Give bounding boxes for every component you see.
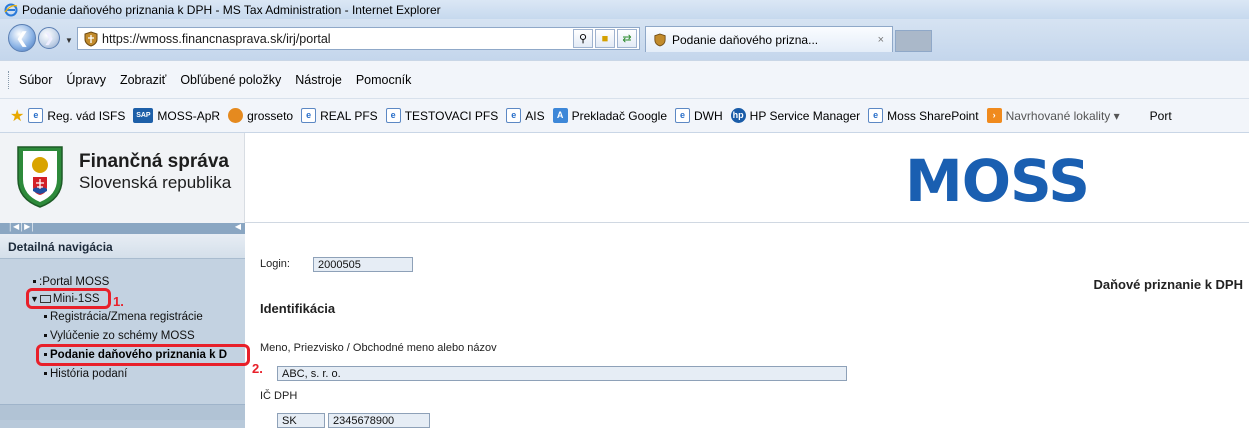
login-field[interactable]: 2000505 — [313, 257, 413, 272]
refresh-button[interactable]: ⇄ — [617, 29, 637, 48]
search-dropdown-button[interactable]: ⚲ — [573, 29, 593, 48]
name-label: Meno, Priezvisko / Obchodné meno alebo n… — [260, 342, 497, 354]
fav-prekladac-google[interactable]: A Prekladač Google — [552, 108, 667, 123]
collapse-nav-icon[interactable]: ◀ — [235, 222, 241, 231]
favorites-star-icon[interactable]: ★ — [10, 106, 24, 126]
doc-icon: e — [301, 108, 317, 123]
section-identifikacia: Identifikácia — [260, 301, 336, 316]
nav-item-vylucenie[interactable]: Vylúčenie zo schémy MOSS — [44, 330, 195, 342]
bullet-icon — [33, 280, 36, 284]
fav-real-pfs[interactable]: e REAL PFS — [301, 108, 378, 123]
hp-icon: hp — [730, 108, 746, 123]
financna-sprava-crest-icon — [17, 146, 63, 208]
doc-icon: e — [506, 108, 522, 123]
url-text[interactable]: https://wmoss.financnasprava.sk/irj/port… — [102, 32, 331, 46]
site-shield-icon — [84, 30, 98, 47]
org-subtitle: Slovenská republika — [79, 173, 232, 192]
detail-navigation: │◀│▶│ ◀ Detailná navigácia :Portal MOSS … — [0, 222, 250, 428]
fav-moss-apr[interactable]: SAP MOSS-ApR — [133, 108, 220, 123]
doc-icon: e — [28, 108, 44, 123]
menu-grip — [8, 71, 10, 89]
back-arrow-icon: ❮ — [15, 30, 29, 47]
nav-item-registracia[interactable]: Registrácia/Zmena registrácie — [44, 311, 203, 323]
bullet-icon — [44, 315, 47, 319]
forward-arrow-icon: ❯ — [43, 31, 55, 45]
forward-button[interactable]: ❯ — [38, 27, 60, 49]
menu-item-pomocnik[interactable]: Pomocník — [356, 73, 412, 87]
menu-item-upravy[interactable]: Úpravy — [66, 73, 106, 87]
sap-icon: SAP — [133, 108, 154, 123]
fav-hp-service-manager[interactable]: hp HP Service Manager — [730, 108, 860, 123]
address-row: ❮ ❯ ▼ https://wmoss.financnasprava.sk/ir… — [0, 19, 1249, 60]
nav-toolbar: │◀│▶│ ◀ — [0, 222, 245, 234]
fav-testovaci-pfs[interactable]: e TESTOVACI PFS — [385, 108, 498, 123]
nav-title: Detailná navigácia — [0, 234, 245, 259]
address-bar[interactable]: https://wmoss.financnasprava.sk/irj/port… — [77, 27, 640, 50]
menu-item-subor[interactable]: Súbor — [19, 73, 52, 87]
fav-dwh[interactable]: e DWH — [675, 108, 723, 123]
vat-label: IČ DPH — [260, 390, 298, 402]
main-content: Login: 2000505 Daňové priznanie k DPH Id… — [260, 238, 1249, 428]
google-translate-icon: A — [552, 108, 568, 123]
nav-item-portal-moss[interactable]: :Portal MOSS — [33, 276, 109, 288]
window-title-bar: Podanie daňového priznania k DPH - MS Ta… — [0, 0, 1249, 19]
security-lock-button[interactable]: ■ — [595, 29, 615, 48]
nav-tree: :Portal MOSS ▼ Mini-1SS Registrácia/Zmena… — [0, 259, 250, 404]
nav-item-historia[interactable]: História podaní — [44, 368, 127, 380]
fav-reg-vad-isfs[interactable]: e Reg. vád ISFS — [28, 108, 125, 123]
tab-close-icon[interactable]: × — [878, 34, 884, 46]
org-name: Finančná správa — [79, 151, 229, 172]
tab-shield-icon — [654, 33, 666, 46]
annotation-box-2 — [36, 344, 250, 366]
search-icon: ⚲ — [578, 33, 588, 45]
favorites-bar: ★ e Reg. vád ISFS SAP MOSS-ApR grosseto eR… — [0, 98, 1249, 133]
vat-prefix-field[interactable]: SK — [277, 413, 325, 428]
bullet-icon — [44, 334, 47, 338]
doc-icon: e — [868, 108, 884, 123]
name-field[interactable]: ABC, s. r. o. — [277, 366, 847, 381]
lock-icon: ■ — [601, 32, 609, 45]
annotation-label-1: 1. — [113, 294, 124, 309]
menu-bar: Súbor Úpravy Zobraziť Obľúbené položky N… — [0, 60, 1249, 98]
history-dropdown-icon[interactable]: ▼ — [65, 36, 73, 45]
internet-explorer-icon — [4, 3, 18, 16]
refresh-icon: ⇄ — [622, 33, 632, 45]
vat-number-field[interactable]: 2345678900 — [328, 413, 430, 428]
window-title: Podanie daňového priznania k DPH - MS Ta… — [22, 2, 441, 17]
login-label: Login: — [260, 258, 290, 270]
menu-item-oblubene[interactable]: Obľúbené položky — [180, 73, 281, 87]
fav-navrhovane-lokality[interactable]: › Navrhované lokality ▾ — [986, 108, 1120, 123]
page-header: Finančná správa Slovenská republika MOSS — [0, 133, 1249, 223]
new-tab-button[interactable] — [895, 30, 932, 52]
bullet-icon — [44, 372, 47, 376]
fav-moss-sharepoint[interactable]: e Moss SharePoint — [868, 108, 979, 123]
grosseto-icon — [228, 108, 244, 123]
nav-footer — [0, 404, 245, 420]
fav-ais[interactable]: e AIS — [506, 108, 545, 123]
back-button[interactable]: ❮ — [8, 24, 36, 52]
browser-tab[interactable]: Podanie daňového prizna... × — [645, 26, 893, 52]
menu-item-zobrazit[interactable]: Zobraziť — [120, 73, 166, 87]
org-branding: Finančná správa Slovenská republika — [0, 133, 245, 223]
doc-icon: e — [675, 108, 690, 123]
tab-title: Podanie daňového prizna... — [672, 32, 819, 47]
menu-item-nastroje[interactable]: Nástroje — [295, 73, 342, 87]
document-title: Daňové priznanie k DPH — [1093, 277, 1243, 292]
fav-port[interactable]: Port — [1150, 109, 1172, 123]
suggested-sites-icon: › — [986, 108, 1002, 123]
fav-grosseto[interactable]: grosseto — [228, 108, 293, 123]
annotation-box-1 — [26, 288, 111, 309]
moss-logo: MOSS — [905, 147, 1090, 215]
doc-icon: e — [385, 108, 401, 123]
nav-pager-icon[interactable]: │◀│▶│ — [8, 222, 35, 231]
